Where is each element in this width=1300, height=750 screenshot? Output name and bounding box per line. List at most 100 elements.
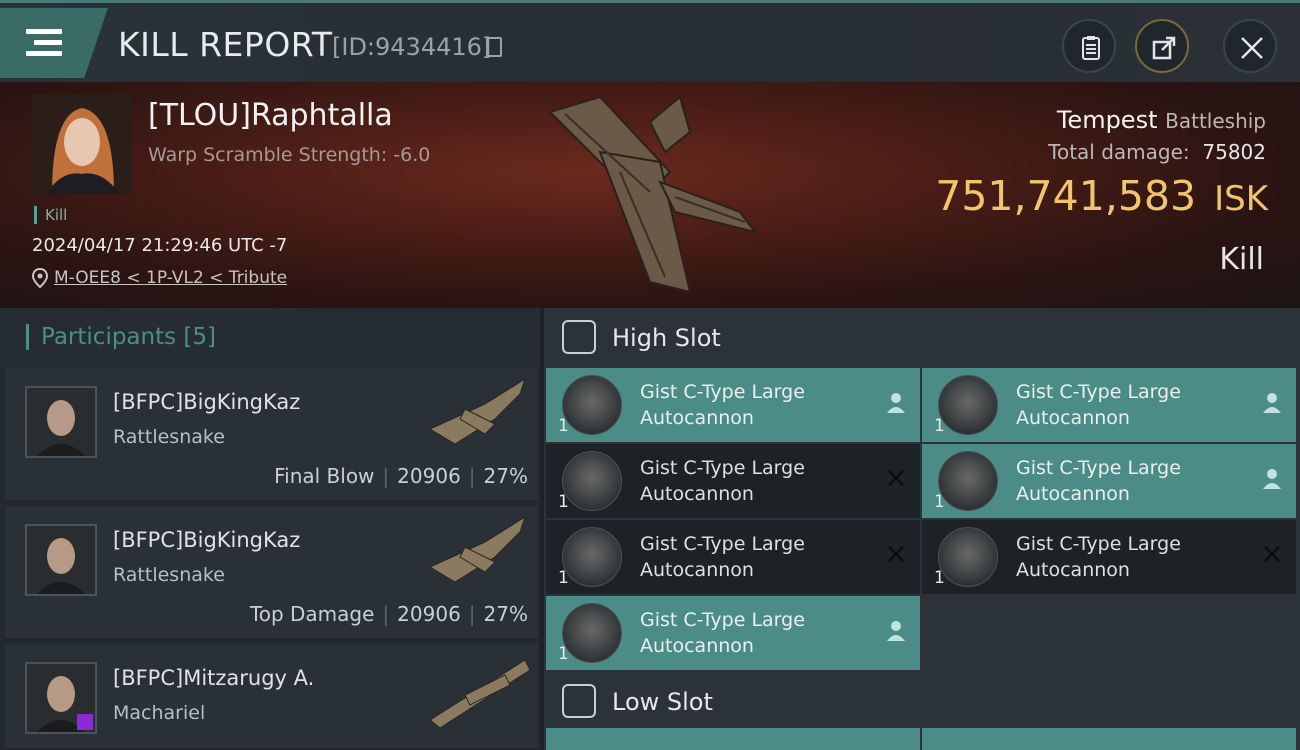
location-link[interactable]: M-OEE8 < 1P-VL2 < Tribute (54, 268, 287, 288)
module-item[interactable]: 1 Gist C-Type Large Autocannon (546, 520, 920, 594)
module-name: Gist C-Type Large Autocannon (640, 455, 805, 507)
participant-avatar[interactable] (25, 524, 97, 596)
page-title: KILL REPORT (118, 25, 333, 64)
module-quantity: 1 (558, 568, 569, 588)
participant-name: [BFPC]Mitzarugy A. (113, 666, 315, 690)
x-icon (888, 546, 904, 562)
kill-tag: Kill (34, 206, 67, 224)
x-icon (888, 470, 904, 486)
isk-unit: ISK (1214, 179, 1268, 219)
participant-avatar-image (27, 526, 95, 594)
person-icon (1263, 393, 1281, 413)
module-name-line2: Autocannon (640, 483, 754, 505)
participant-ship: Rattlesnake (113, 564, 225, 586)
menu-button[interactable] (0, 8, 108, 78)
total-damage-value: 75802 (1202, 140, 1266, 164)
high-slot-icon (562, 320, 596, 354)
module-name-line1: Gist C-Type Large (1016, 381, 1181, 403)
victim-subtitle: Warp Scramble Strength: -6.0 (148, 144, 431, 166)
ship-name: Tempest Battleship (1057, 106, 1266, 134)
participant-role: Final Blow (274, 464, 375, 488)
person-icon (887, 393, 905, 413)
module-name-line2: Autocannon (640, 635, 754, 657)
module-name: Gist C-Type Large Autocannon (1016, 531, 1181, 583)
person-icon (887, 621, 905, 641)
module-item[interactable]: 1 Gist C-Type Large Autocannon (922, 368, 1296, 442)
participants-panel: Participants [5] [BFPC]BigKingKaz Rattle… (0, 308, 540, 750)
module-name: Gist C-Type Large Autocannon (640, 607, 805, 659)
module-name-line1: Gist C-Type Large (1016, 457, 1181, 479)
module-name-line2: Autocannon (640, 407, 754, 429)
isk-value: 751,741,583 ISK (935, 172, 1268, 220)
module-name-line1: Gist C-Type Large (1016, 533, 1181, 555)
module-item[interactable]: 1 Gist C-Type Large Autocannon (922, 520, 1296, 594)
stats-separator: | (468, 464, 476, 488)
ship-class: Battleship (1165, 109, 1266, 133)
participant-avatar[interactable] (25, 386, 97, 458)
isk-amount: 751,741,583 (935, 172, 1197, 220)
participants-count: [5] (183, 324, 217, 350)
module-item[interactable]: 1 Gist C-Type Large Autocannon (546, 596, 920, 670)
stats-separator: | (382, 602, 390, 626)
high-slot-header: High Slot (544, 308, 1300, 366)
participant-damage: 20906 (397, 602, 461, 626)
participant-row[interactable]: [BFPC]BigKingKaz Rattlesnake Top Damage |… (5, 506, 538, 640)
module-quantity: 1 (558, 416, 569, 436)
module-name-line2: Autocannon (640, 559, 754, 581)
participant-percent: 27% (483, 602, 528, 626)
module-item[interactable]: 1 Gist C-Type Large Autocannon (546, 444, 920, 518)
module-name-line1: Gist C-Type Large (640, 533, 805, 555)
participant-stats: Final Blow | 20906 | 27% (274, 464, 528, 488)
module-name-line2: Autocannon (1016, 407, 1130, 429)
participant-ship: Machariel (113, 702, 206, 724)
kill-date: 2024/04/17 21:29:46 UTC -7 (32, 235, 288, 256)
share-button[interactable] (1135, 19, 1189, 73)
module-name-line1: Gist C-Type Large (640, 457, 805, 479)
participant-row[interactable]: [BFPC]Mitzarugy A. Machariel (5, 644, 538, 750)
participants-header: Participants [5] (0, 308, 540, 368)
module-quantity: 1 (934, 492, 945, 512)
participant-avatar[interactable] (25, 662, 97, 734)
module-name-line2: Autocannon (1016, 559, 1130, 581)
module-name-line2: Autocannon (1016, 483, 1130, 505)
module-name-line1: Gist C-Type Large (640, 381, 805, 403)
module-item[interactable]: 1 Gist C-Type Large Autocannon (922, 444, 1296, 518)
module-item[interactable]: 1 Gist C-Type Large Autocannon (546, 368, 920, 442)
autocannon-icon (938, 375, 998, 435)
autocannon-icon (562, 603, 622, 663)
low-slot-title: Low Slot (612, 688, 713, 716)
participant-ship-icon (429, 659, 531, 729)
high-slot-title: High Slot (612, 324, 721, 352)
low-slot-icon (562, 684, 596, 718)
participant-stats: Top Damage | 20906 | 27% (250, 602, 528, 626)
participant-damage: 20906 (397, 464, 461, 488)
autocannon-icon (562, 375, 622, 435)
participant-row[interactable]: [BFPC]BigKingKaz Rattlesnake Final Blow |… (5, 368, 538, 502)
participants-title-text: Participants (41, 324, 177, 350)
total-damage: Total damage: 75802 (1048, 140, 1266, 164)
autocannon-icon (938, 451, 998, 511)
result-label: Kill (1219, 242, 1264, 277)
victim-name[interactable]: [TLOU]Raphtalla (148, 98, 393, 133)
module-item[interactable] (546, 728, 920, 750)
module-name-line1: Gist C-Type Large (640, 609, 805, 631)
participant-role: Top Damage (249, 602, 375, 626)
module-name: Gist C-Type Large Autocannon (1016, 455, 1181, 507)
location-pin-icon (32, 268, 48, 288)
victim-avatar-image (32, 94, 132, 194)
copy-icon[interactable] (486, 37, 502, 57)
menu-icon-bar (34, 40, 62, 45)
module-name: Gist C-Type Large Autocannon (640, 379, 805, 431)
close-button[interactable] (1223, 19, 1277, 73)
victim-portrait[interactable] (32, 94, 132, 194)
total-damage-label: Total damage: (1048, 140, 1190, 164)
module-item[interactable] (922, 728, 1296, 750)
module-quantity: 1 (934, 568, 945, 588)
ship-illustration (548, 95, 758, 292)
module-name: Gist C-Type Large Autocannon (1016, 379, 1181, 431)
x-icon (1264, 546, 1280, 562)
menu-icon-bar (26, 51, 62, 56)
fitting-panel: High Slot 1 Gist C-Type Large Autocannon … (544, 308, 1300, 750)
clipboard-button[interactable] (1062, 19, 1116, 73)
stats-separator: | (468, 602, 476, 626)
